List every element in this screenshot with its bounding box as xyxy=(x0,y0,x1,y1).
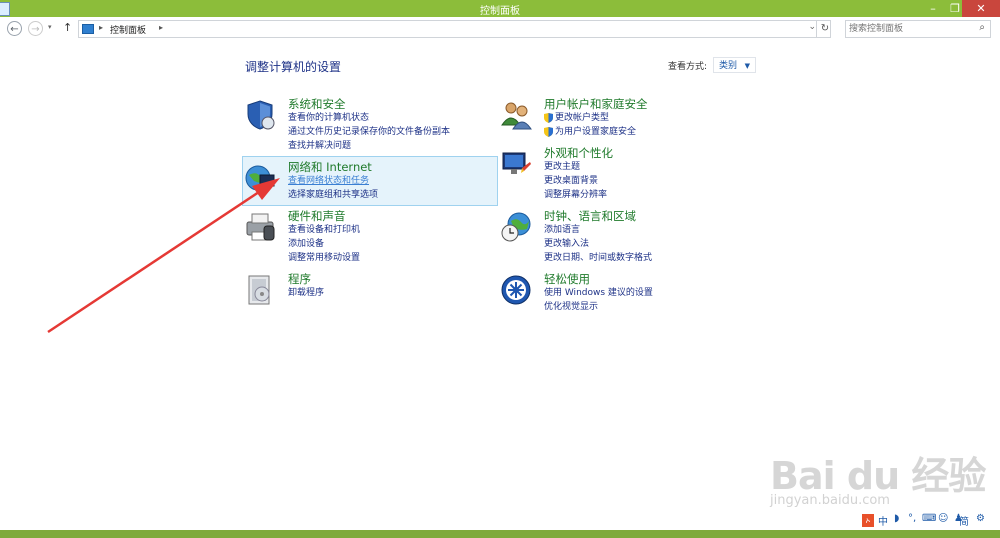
ime-logo-icon[interactable]: ኦ xyxy=(862,514,874,527)
punctuation-icon[interactable]: °, xyxy=(908,513,916,524)
ime-mode-indicator[interactable]: 中 xyxy=(878,513,888,528)
simplified-indicator[interactable]: 简 xyxy=(959,513,969,528)
settings-gear-icon[interactable]: ⚙ xyxy=(976,513,985,524)
arrowhead-icon xyxy=(252,178,280,200)
half-width-moon-icon[interactable]: ◗ xyxy=(894,513,899,524)
emoji-icon[interactable]: ☺ xyxy=(938,513,948,524)
system-tray: ኦ 中 ◗ °, ⌨ ☺ ♟ 简 ⚙ xyxy=(858,513,1000,530)
baidu-watermark-logo: Bai du 经验 xyxy=(770,454,986,498)
baidu-watermark-url: jingyan.baidu.com xyxy=(770,493,890,508)
taskbar xyxy=(0,530,1000,538)
soft-keyboard-icon[interactable]: ⌨ xyxy=(922,513,936,524)
